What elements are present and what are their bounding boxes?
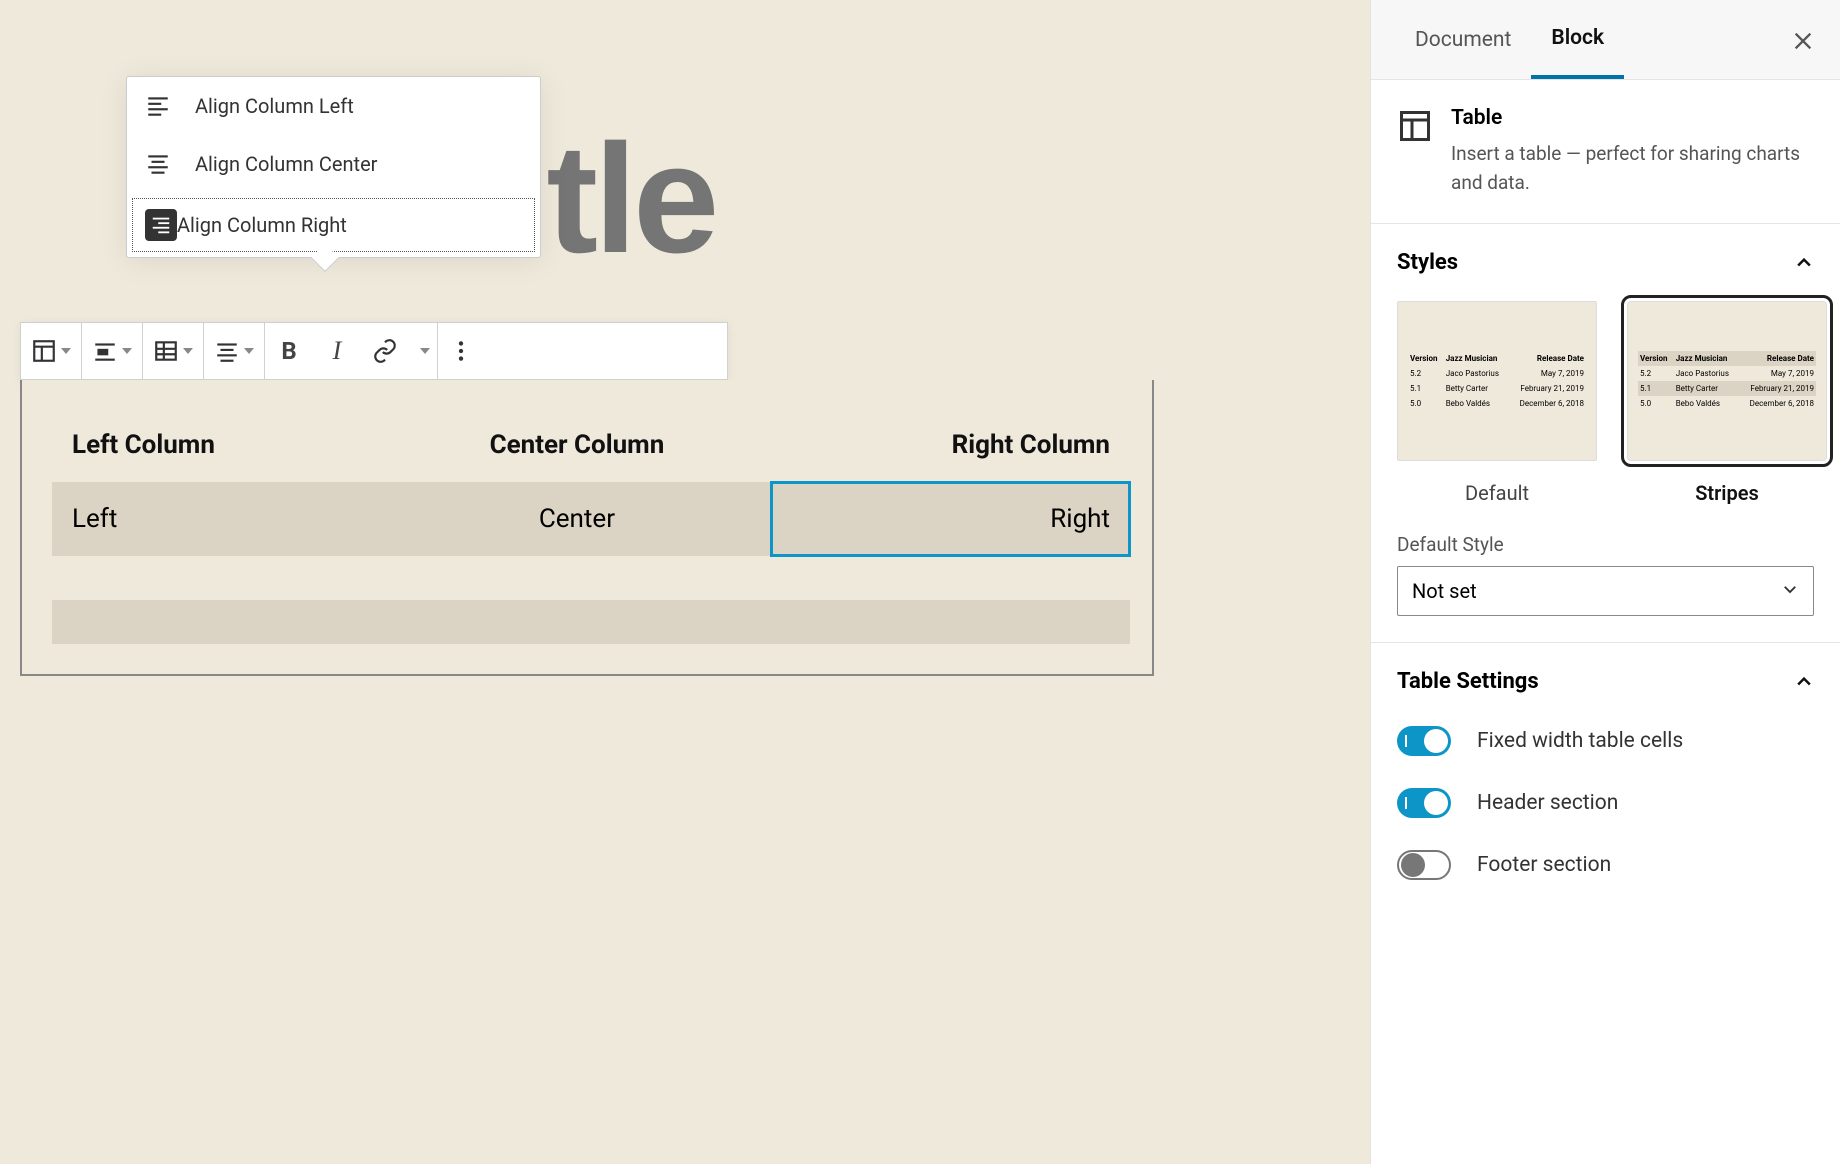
- styles-section: Styles Version Jazz Musician Release Dat…: [1371, 224, 1840, 643]
- toggle-switch[interactable]: [1397, 726, 1451, 756]
- align-right-icon: [145, 209, 177, 241]
- edit-table-button[interactable]: [143, 323, 203, 379]
- sidebar-tabs: Document Block: [1371, 0, 1840, 80]
- table-header-cell[interactable]: Right Column: [771, 408, 1130, 482]
- caret-down-icon: [122, 348, 132, 354]
- table-cell[interactable]: [383, 556, 771, 600]
- editor-canvas: title Align Column Left Align Column Cen…: [0, 0, 1175, 1164]
- dropdown-item-label: Align Column Right: [177, 213, 347, 237]
- dropdown-item-label: Align Column Left: [195, 94, 354, 118]
- column-alignment-button[interactable]: [204, 323, 264, 379]
- style-label: Default: [1465, 481, 1529, 505]
- caret-down-icon: [244, 348, 254, 354]
- align-left-icon: [145, 93, 171, 119]
- caret-down-icon: [183, 348, 193, 354]
- table-header-row[interactable]: Left Column Center Column Right Column: [52, 408, 1130, 482]
- table-cell[interactable]: [383, 600, 771, 644]
- table-cell[interactable]: [52, 556, 383, 600]
- toggle-header-section[interactable]: Header section: [1397, 788, 1814, 818]
- bold-button[interactable]: B: [265, 323, 313, 379]
- demo-table[interactable]: Left Column Center Column Right Column L…: [52, 408, 1130, 644]
- table-container: Left Column Center Column Right Column L…: [20, 380, 1154, 676]
- default-style-label: Default Style: [1397, 533, 1814, 556]
- table-row[interactable]: [52, 556, 1130, 600]
- toggle-label: Fixed width table cells: [1477, 729, 1683, 753]
- toggle-switch[interactable]: [1397, 850, 1451, 880]
- table-block[interactable]: B I Left Column Center Column: [20, 322, 1154, 676]
- chevron-up-icon: [1794, 672, 1814, 692]
- close-sidebar-button[interactable]: [1792, 26, 1814, 59]
- chevron-down-icon: [1781, 579, 1799, 603]
- section-title: Styles: [1397, 250, 1458, 275]
- settings-sidebar: Document Block Table Insert a table — pe…: [1370, 0, 1840, 1164]
- toggle-label: Footer section: [1477, 853, 1611, 877]
- caret-down-icon: [61, 348, 71, 354]
- table-cell[interactable]: Left: [52, 482, 383, 556]
- styles-section-toggle[interactable]: Styles: [1397, 250, 1814, 275]
- more-formatting-button[interactable]: [409, 323, 437, 379]
- toggle-fixed-width[interactable]: Fixed width table cells: [1397, 726, 1814, 756]
- style-option-stripes[interactable]: Version Jazz Musician Release Date 5.2Ja…: [1627, 301, 1827, 505]
- align-column-right-option[interactable]: Align Column Right: [127, 193, 540, 257]
- style-label: Stripes: [1695, 481, 1759, 505]
- block-description-section: Table Insert a table — perfect for shari…: [1371, 80, 1840, 224]
- default-style-select[interactable]: Not set: [1397, 566, 1814, 616]
- table-cell[interactable]: Right: [771, 482, 1130, 556]
- block-type-button[interactable]: [21, 323, 81, 379]
- more-options-button[interactable]: [438, 323, 484, 379]
- column-align-dropdown: Align Column Left Align Column Center Al…: [126, 76, 541, 258]
- table-cell[interactable]: [52, 600, 383, 644]
- table-row[interactable]: Left Center Right: [52, 482, 1130, 556]
- italic-button[interactable]: I: [313, 323, 361, 379]
- toggle-switch[interactable]: [1397, 788, 1451, 818]
- style-option-default[interactable]: Version Jazz Musician Release Date 5.2Ja…: [1397, 301, 1597, 505]
- toggle-footer-section[interactable]: Footer section: [1397, 850, 1814, 880]
- table-header-cell[interactable]: Left Column: [52, 408, 383, 482]
- block-description: Insert a table — perfect for sharing cha…: [1451, 140, 1814, 197]
- block-title: Table: [1451, 106, 1814, 130]
- toggle-label: Header section: [1477, 791, 1618, 815]
- style-preview-default: Version Jazz Musician Release Date 5.2Ja…: [1397, 301, 1597, 461]
- align-column-left-option[interactable]: Align Column Left: [127, 77, 540, 135]
- caret-down-icon: [420, 348, 430, 354]
- table-settings-section: Table Settings Fixed width table cells H…: [1371, 643, 1840, 906]
- tab-document[interactable]: Document: [1395, 0, 1531, 79]
- block-align-button[interactable]: [82, 323, 142, 379]
- tab-block[interactable]: Block: [1531, 0, 1624, 79]
- section-title: Table Settings: [1397, 669, 1539, 694]
- chevron-up-icon: [1794, 253, 1814, 273]
- table-cell[interactable]: Center: [383, 482, 771, 556]
- table-cell[interactable]: [771, 600, 1130, 644]
- align-center-icon: [145, 151, 171, 177]
- link-button[interactable]: [361, 323, 409, 379]
- table-settings-toggle[interactable]: Table Settings: [1397, 669, 1814, 694]
- align-column-center-option[interactable]: Align Column Center: [127, 135, 540, 193]
- style-preview-stripes: Version Jazz Musician Release Date 5.2Ja…: [1627, 301, 1827, 461]
- table-cell[interactable]: [771, 556, 1130, 600]
- block-toolbar: B I: [20, 322, 728, 380]
- table-row[interactable]: [52, 600, 1130, 644]
- table-header-cell[interactable]: Center Column: [383, 408, 771, 482]
- table-block-icon: [1397, 108, 1433, 144]
- select-value: Not set: [1412, 579, 1477, 603]
- dropdown-item-label: Align Column Center: [195, 152, 377, 176]
